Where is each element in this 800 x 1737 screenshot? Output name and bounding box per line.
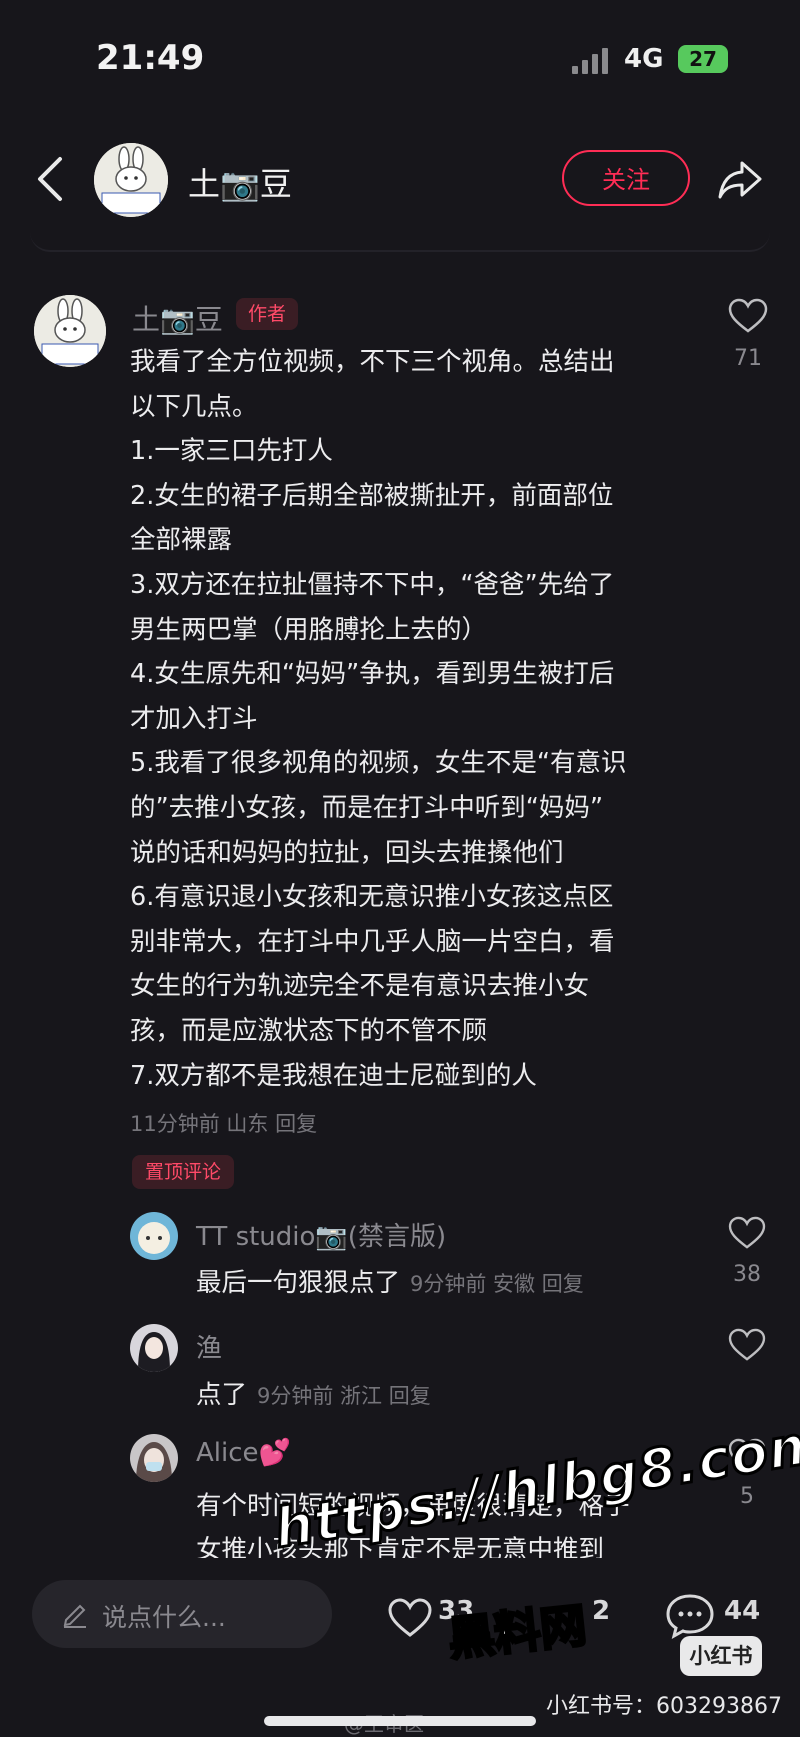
xiaohongshu-logo: 小红书	[680, 1636, 762, 1676]
comment-line: 我看了全方位视频，不下三个视角。总结出	[130, 347, 615, 377]
reply-author[interactable]: Alice💕	[196, 1438, 291, 1468]
reply-text: 点了 9分钟前 浙江 回复	[196, 1374, 431, 1411]
reply-author[interactable]: TT studio📷(禁言版)	[196, 1216, 446, 1253]
reply-meta[interactable]: 9分钟前 安徽 回复	[410, 1272, 584, 1296]
bunny-avatar-icon	[94, 143, 168, 217]
comment-line: 孩，而是应激状态下的不管不顾	[130, 1015, 488, 1046]
author-name[interactable]: 土📷豆	[188, 159, 292, 205]
comment-bubble-icon[interactable]	[664, 1592, 716, 1640]
comment-meta[interactable]: 11分钟前 山东 回复	[130, 1108, 317, 1138]
comment-avatar[interactable]	[34, 295, 106, 367]
author-badge: 作者	[236, 298, 298, 330]
sheep-avatar-icon	[130, 1212, 178, 1260]
comment-line: 以下几点。	[130, 391, 258, 422]
comment-line: 6.有意识退小女孩和无意识推小女孩这点区	[130, 882, 614, 913]
status-bar: 21:49 4G 27	[0, 0, 800, 120]
comment-line: 别非常大，在打斗中几乎人脑一片空白，看	[130, 926, 615, 957]
comment-input[interactable]: 说点什么...	[32, 1580, 332, 1648]
like-count: 38	[733, 1262, 761, 1287]
reply-avatar[interactable]	[130, 1434, 178, 1482]
comment-line: 5.我看了很多视角的视频，女生不是“有意识	[130, 748, 627, 779]
reply-item: TT studio📷(禁言版) 最后一句狠狠点了 9分钟前 安徽 回复 38	[130, 1212, 770, 1302]
person-avatar-icon	[130, 1434, 178, 1482]
back-arrow-icon[interactable]	[36, 155, 64, 203]
comment-line: 3.双方还在拉扯僵持不下中，“爸爸”先给了	[130, 569, 615, 600]
reply-meta[interactable]: 9分钟前 浙江 回复	[257, 1384, 431, 1408]
comment-line: 男生两巴掌（用胳膊抡上去的）	[130, 614, 488, 645]
reply-avatar[interactable]	[130, 1324, 178, 1372]
comment-line: 才加入打斗	[130, 703, 258, 734]
follow-button[interactable]: 关注	[562, 150, 690, 206]
battery-icon: 27	[678, 45, 728, 73]
network-type: 4G	[624, 44, 664, 74]
pen-icon	[63, 1604, 86, 1628]
signal-icon	[572, 46, 612, 74]
heart-icon[interactable]	[388, 1598, 432, 1638]
comment-line: 全部裸露	[130, 525, 233, 556]
input-placeholder: 说点什么...	[102, 1603, 226, 1632]
pinned-badge: 置顶评论	[132, 1155, 234, 1189]
reply-content: 点了	[196, 1380, 248, 1410]
comment-line: 女生的行为轨迹完全不是有意识去推小女	[130, 971, 590, 1002]
reply-content: 最后一句狠狠点了	[196, 1268, 401, 1298]
xiaohongshu-id: 小红书号：603293867	[546, 1694, 782, 1719]
post-comment-count: 44	[724, 1596, 761, 1626]
reply-text: 最后一句狠狠点了 9分钟前 安徽 回复	[196, 1262, 584, 1299]
comment-line: 说的话和妈妈的拉扯，回头去推搡他们	[130, 837, 564, 868]
heart-icon[interactable]	[728, 1328, 766, 1362]
bunny-avatar-icon	[34, 295, 106, 367]
divider	[30, 224, 770, 252]
reply-item: 渔 点了 9分钟前 浙江 回复	[130, 1324, 770, 1414]
heart-icon[interactable]	[728, 298, 768, 334]
comment-line: 7.双方都不是我想在迪士尼碰到的人	[130, 1060, 537, 1091]
heart-icon[interactable]	[728, 1216, 766, 1250]
comment-line: 的”去推小女孩，而是在打斗中听到“妈妈”	[130, 792, 604, 823]
share-icon[interactable]	[716, 157, 764, 201]
comment-author[interactable]: 土📷豆	[132, 298, 223, 338]
post-header: 土📷豆 关注	[0, 135, 800, 225]
girl-avatar-icon	[130, 1324, 178, 1372]
comment-line: 1.一家三口先打人	[130, 436, 333, 467]
reply-author[interactable]: 渔	[196, 1328, 222, 1365]
status-time: 21:49	[96, 38, 205, 78]
home-indicator[interactable]	[264, 1716, 536, 1726]
comment-line: 4.女生原先和“妈妈”争执，看到男生被打后	[130, 659, 615, 690]
author-avatar[interactable]	[94, 143, 168, 217]
comment-line: 2.女生的裙子后期全部被撕扯开，前面部位	[130, 480, 614, 511]
comment-body: 我看了全方位视频，不下三个视角。总结出 以下几点。 1.一家三口先打人 2.女生…	[130, 340, 690, 1098]
like-count: 71	[734, 346, 762, 371]
battery-level: 27	[689, 47, 717, 71]
post-favorite-count: 2	[592, 1596, 611, 1626]
reply-avatar[interactable]	[130, 1212, 178, 1260]
